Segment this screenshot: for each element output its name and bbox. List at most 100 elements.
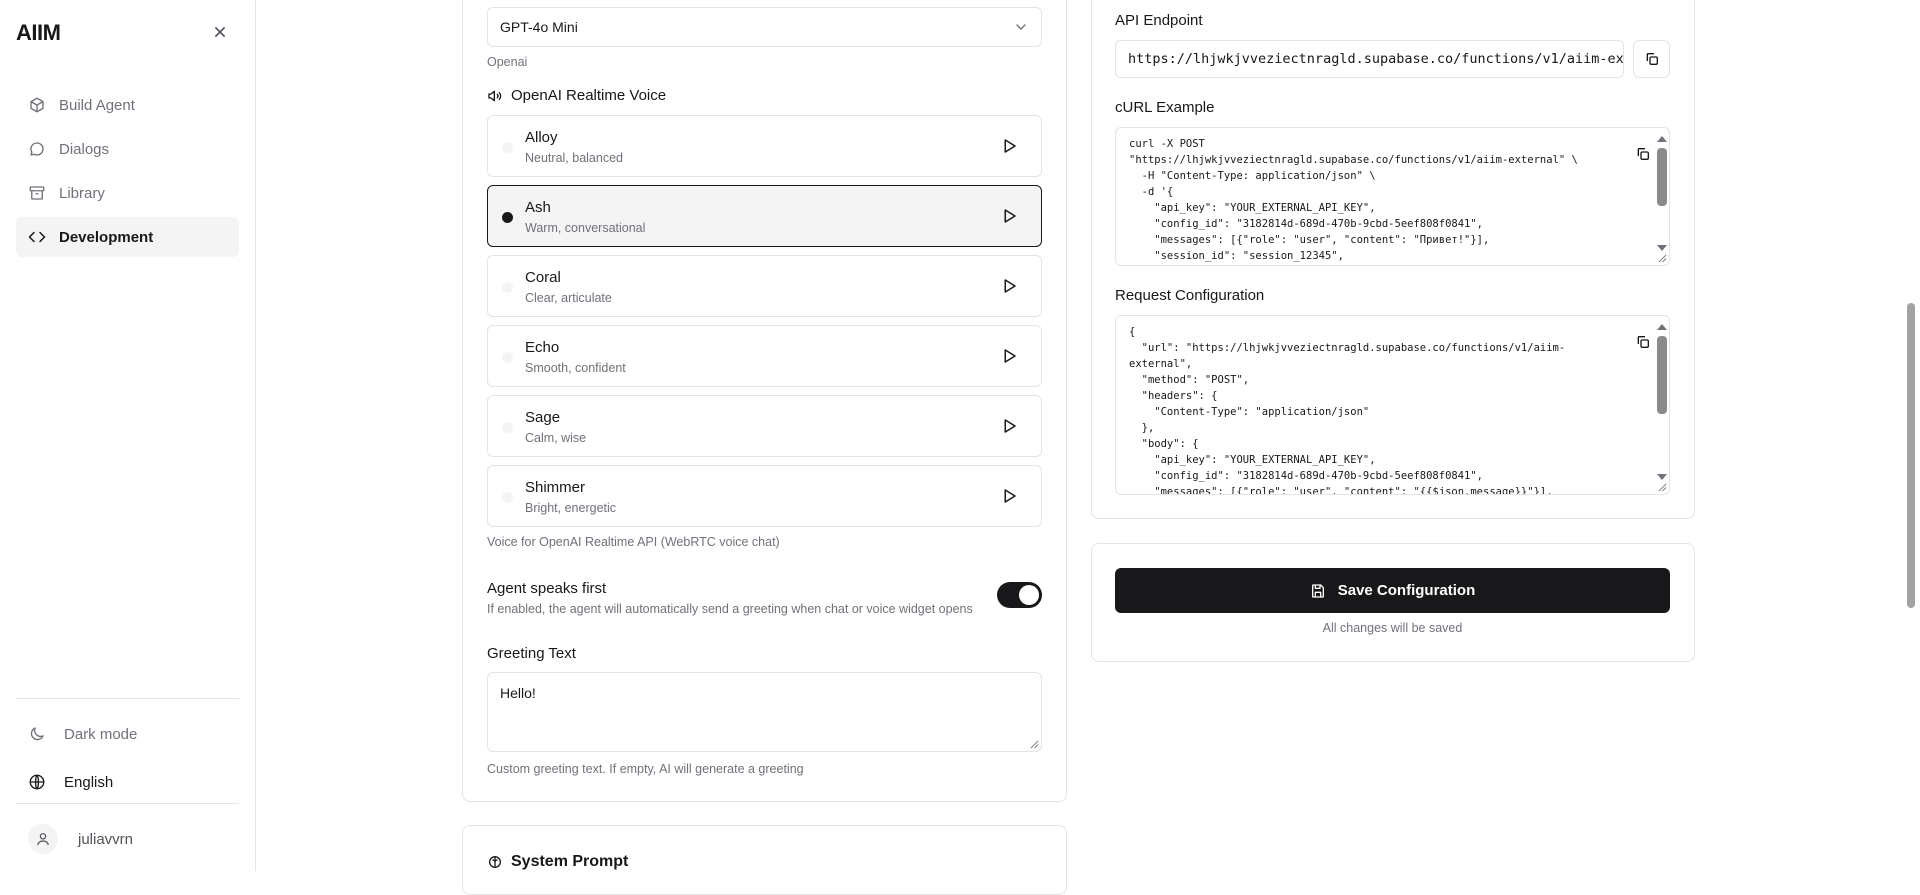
close-icon[interactable] [210,22,230,42]
resize-handle-icon[interactable] [1030,740,1039,749]
copy-icon[interactable] [1635,334,1651,350]
play-icon[interactable] [1000,277,1018,295]
sidebar-item-label: Build Agent [59,96,135,114]
resize-handle-icon[interactable] [1658,483,1667,492]
chevron-down-icon [1016,24,1026,30]
scroll-up-arrow-icon[interactable] [1657,324,1667,330]
voice-option-alloy[interactable]: Alloy Neutral, balanced [487,115,1042,177]
voice-option-sage[interactable]: Sage Calm, wise [487,395,1042,457]
voice-option-coral[interactable]: Coral Clear, articulate [487,255,1042,317]
request-scrollbar[interactable] [1656,324,1667,480]
model-select-value: GPT-4o Mini [500,19,578,35]
voice-description: Warm, conversational [525,221,646,235]
voice-option-ash[interactable]: Ash Warm, conversational [487,185,1042,247]
sidebar-item-library[interactable]: Library [16,173,239,213]
agent-speaks-first-label: Agent speaks first [487,580,607,597]
request-config-label: Request Configuration [1115,287,1265,304]
voice-option-echo[interactable]: Echo Smooth, confident [487,325,1042,387]
model-provider: Openai [487,55,528,69]
moon-icon [30,727,44,741]
voice-description: Smooth, confident [525,361,626,375]
sidebar-item-dialogs[interactable]: Dialogs [16,129,239,169]
username: juliavvrn [78,830,134,848]
box-icon [30,97,44,113]
sidebar-nav: Build Agent Dialogs Library Development [16,85,239,261]
save-configuration-button[interactable]: Save Configuration [1115,568,1670,613]
voice-description: Calm, wise [525,431,587,445]
greeting-value: Hello! [500,685,536,701]
archive-icon [29,186,45,200]
sidebar-item-label: Library [59,184,105,202]
brain-icon [489,856,501,868]
radio-indicator[interactable] [502,422,513,433]
language-label: English [64,773,114,791]
request-code: { "url": "https://lhjwkjvveziectnragld.s… [1129,326,1566,495]
play-icon[interactable] [1000,207,1018,225]
sidebar-item-development[interactable]: Development [16,217,239,257]
curl-code: curl -X POST "https://lhjwkjvveziectnrag… [1129,138,1578,262]
save-icon [1311,583,1324,598]
request-code-block[interactable]: { "url": "https://lhjwkjvveziectnragld.s… [1115,315,1670,495]
sidebar-divider [16,698,239,699]
curl-code-block[interactable]: curl -X POST "https://lhjwkjvveziectnrag… [1115,127,1670,266]
radio-indicator[interactable] [502,352,513,363]
page-scroll-thumb[interactable] [1907,303,1915,608]
greeting-help-text: Custom greeting text. If empty, AI will … [487,762,804,776]
voice-name: Ash [525,199,551,216]
sidebar-item-label: Dialogs [59,140,110,158]
radio-indicator[interactable] [502,212,513,223]
user-icon [37,833,49,846]
sidebar: AIIM Build Agent Dialogs Library Develop… [0,0,256,871]
user-menu[interactable]: juliavvrn [16,821,239,857]
save-note: All changes will be saved [1322,621,1463,635]
sidebar-item-build-agent[interactable]: Build Agent [16,85,239,125]
globe-icon [29,774,45,790]
code-icon [28,231,46,243]
radio-indicator[interactable] [502,282,513,293]
system-prompt-title: System Prompt [511,853,629,870]
voice-name: Sage [525,409,561,426]
api-endpoint-field[interactable]: https://lhjwkjvveziectnragld.supabase.co… [1115,40,1624,78]
voice-name: Coral [525,269,561,286]
chat-bubble-icon [30,142,44,156]
scroll-down-arrow-icon[interactable] [1657,245,1667,251]
dark-mode-label: Dark mode [64,725,138,743]
scroll-thumb[interactable] [1657,336,1667,414]
voice-option-shimmer[interactable]: Shimmer Bright, energetic [487,465,1042,527]
copy-endpoint-button[interactable] [1633,40,1670,78]
scroll-down-arrow-icon[interactable] [1657,474,1667,480]
voice-name: Alloy [525,129,558,146]
play-icon[interactable] [1000,347,1018,365]
voice-name: Echo [525,339,560,356]
radio-indicator[interactable] [502,142,513,153]
copy-icon[interactable] [1635,146,1651,162]
play-icon[interactable] [1000,487,1018,505]
language-selector[interactable]: English [16,764,239,800]
voice-name: Shimmer [525,479,586,496]
voice-description: Bright, energetic [525,501,617,515]
scroll-thumb[interactable] [1657,148,1667,206]
play-icon[interactable] [1000,417,1018,435]
dark-mode-toggle[interactable]: Dark mode [16,716,239,752]
agent-speaks-first-toggle[interactable] [997,582,1042,608]
play-icon[interactable] [1000,137,1018,155]
greeting-label: Greeting Text [487,645,576,662]
curl-example-label: cURL Example [1115,99,1215,116]
voice-header-label: OpenAI Realtime Voice [511,87,667,104]
model-select[interactable]: GPT-4o Mini [487,7,1042,47]
sidebar-divider [16,803,239,804]
copy-icon [1646,53,1658,65]
voice-description: Clear, articulate [525,291,612,305]
resize-handle-icon[interactable] [1658,254,1667,263]
page-scrollbar[interactable] [1903,0,1920,871]
scroll-up-arrow-icon[interactable] [1657,136,1667,142]
greeting-textarea[interactable]: Hello! [487,672,1042,752]
sidebar-item-label: Development [59,228,154,246]
voice-description: Neutral, balanced [525,151,623,165]
curl-scrollbar[interactable] [1656,136,1667,251]
radio-indicator[interactable] [502,492,513,503]
toggle-knob [1019,585,1039,605]
voice-section-header: OpenAI Realtime Voice [487,87,666,104]
agent-speaks-first-desc: If enabled, the agent will automatically… [487,602,973,616]
system-prompt-header: System Prompt [487,853,628,871]
